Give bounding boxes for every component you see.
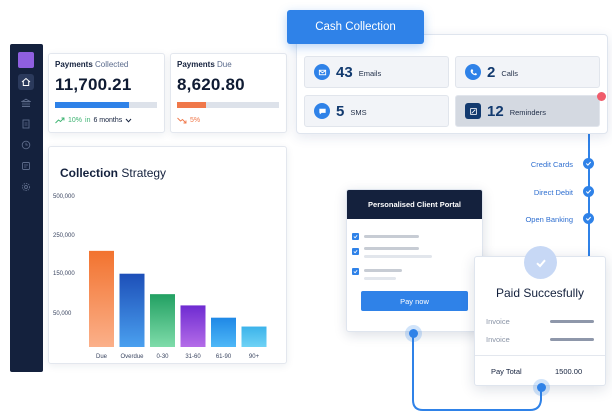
payments-due-trend-value: 5% (190, 117, 201, 124)
app-logo (18, 52, 34, 68)
payments-due-value: 8,620.80 (177, 75, 245, 94)
portal-line (364, 269, 402, 272)
x-tick-label: 61-90 (216, 354, 232, 360)
payments-collected-trend-in: in (85, 117, 91, 124)
pay-total-label: Pay Total (491, 367, 522, 376)
bar-0-30[interactable] (150, 294, 175, 347)
portal-connector-node (405, 325, 422, 342)
y-tick-label: 150,000 (53, 271, 75, 277)
bar-overdue[interactable] (119, 273, 145, 347)
portal-checkbox-3[interactable] (352, 268, 359, 275)
x-tick-label: 90+ (249, 354, 260, 360)
home-icon[interactable] (18, 74, 34, 90)
calls-label: Calls (501, 69, 519, 78)
method-direct-debit[interactable]: Direct Debit (534, 188, 573, 197)
portal-checkbox-1[interactable] (352, 233, 359, 240)
bank-icon[interactable] (18, 95, 34, 111)
client-portal-title: Personalised Client Portal (347, 190, 482, 219)
y-tick-label: 500,000 (53, 194, 75, 200)
direct-debit-check-icon (583, 186, 594, 197)
bar-due[interactable] (89, 250, 114, 347)
trend-down-icon (177, 117, 187, 124)
reminders-label: Reminders (509, 108, 546, 117)
invoice-icon[interactable] (18, 158, 34, 174)
payments-collected-trend: 10% in 6 months (55, 117, 132, 124)
payments-collected-progress (55, 102, 157, 108)
portal-line (364, 277, 396, 280)
portal-line (364, 247, 419, 250)
payments-due-title-light: Due (217, 60, 232, 69)
credit-cards-check-icon (583, 158, 594, 169)
payments-due-progress-fill (177, 102, 206, 108)
paid-title: Paid Succesfully (495, 286, 585, 300)
email-icon (314, 64, 330, 80)
y-tick-label: 250,000 (53, 233, 75, 239)
gear-icon[interactable] (18, 179, 34, 195)
payments-collected-title: Payments Collected (55, 60, 128, 69)
payments-due-title: Payments Due (177, 60, 232, 69)
invoice-line-2 (550, 338, 594, 341)
emails-tile[interactable]: 43 Emails (304, 56, 449, 88)
pay-now-button[interactable]: Pay now (361, 291, 468, 311)
bar-31-60[interactable] (180, 305, 206, 347)
calls-count: 2 (487, 63, 496, 81)
x-tick-label: Due (96, 354, 108, 360)
sms-label: SMS (350, 108, 367, 117)
payments-collected-value: 11,700.21 (55, 75, 132, 94)
sms-tile[interactable]: 5 SMS (304, 95, 449, 127)
invoice-line-1 (550, 320, 594, 323)
x-tick-label: 0-30 (156, 354, 169, 360)
client-portal-card: Personalised Client Portal Pay now (346, 189, 483, 332)
collection-strategy-chart: 500,000 250,000 150,000 50,000 Due Overdue 0-3… (53, 194, 267, 360)
reminders-count: 12 (487, 102, 504, 120)
cash-collection-tab[interactable]: Cash Collection (287, 10, 424, 44)
payments-due-progress (177, 102, 279, 108)
dashboard-page: Payments Collected 11,700.21 10% in 6 mo… (0, 0, 612, 414)
payments-collected-card: Payments Collected 11,700.21 10% in 6 mo… (48, 53, 165, 133)
portal-line (364, 255, 432, 258)
emails-label: Emails (358, 69, 382, 78)
trend-up-icon (55, 117, 65, 124)
phone-icon (465, 64, 481, 80)
calls-tile[interactable]: 2 Calls (455, 56, 600, 88)
chevron-down-icon[interactable] (125, 118, 132, 123)
method-open-banking[interactable]: Open Banking (525, 215, 573, 224)
sms-icon (314, 103, 330, 119)
collection-strategy-card: Collection Strategy 500,000 250,000 150,00… (48, 146, 287, 364)
bar-90+[interactable] (241, 326, 267, 347)
portal-checkbox-2[interactable] (352, 248, 359, 255)
payments-collected-title-light: Collected (95, 60, 129, 69)
pay-total-amount: 1500.00 (555, 367, 583, 376)
invoice-label-2: Invoice (486, 335, 510, 344)
portal-line (364, 235, 419, 238)
invoice-label-1: Invoice (486, 317, 510, 326)
x-tick-label: Overdue (120, 354, 144, 360)
x-tick-label: 31-60 (185, 354, 201, 360)
payments-due-trend: 5% (177, 117, 200, 124)
period-select[interactable]: 6 months (93, 117, 122, 124)
reminders-tile[interactable]: 12 Reminders (455, 95, 600, 127)
open-banking-check-icon (583, 213, 594, 224)
payments-due-card: Payments Due 8,620.80 5% (170, 53, 287, 133)
payments-collected-title-bold: Payments (55, 60, 93, 69)
payments-collected-trend-value: 10% (68, 117, 83, 124)
emails-count: 43 (336, 63, 353, 81)
payments-due-title-bold: Payments (177, 60, 215, 69)
payments-collected-progress-fill (55, 102, 130, 108)
success-check-icon (524, 246, 557, 279)
paid-connector-node (533, 379, 550, 396)
notification-dot (597, 92, 606, 101)
clock-icon[interactable] (18, 137, 34, 153)
y-tick-label: 50,000 (53, 311, 72, 317)
sidebar (10, 44, 43, 372)
document-icon[interactable] (18, 116, 34, 132)
sms-count: 5 (336, 102, 345, 120)
reminder-icon (465, 103, 481, 119)
method-credit-cards[interactable]: Credit Cards (531, 160, 573, 169)
bar-61-90[interactable] (211, 317, 236, 347)
